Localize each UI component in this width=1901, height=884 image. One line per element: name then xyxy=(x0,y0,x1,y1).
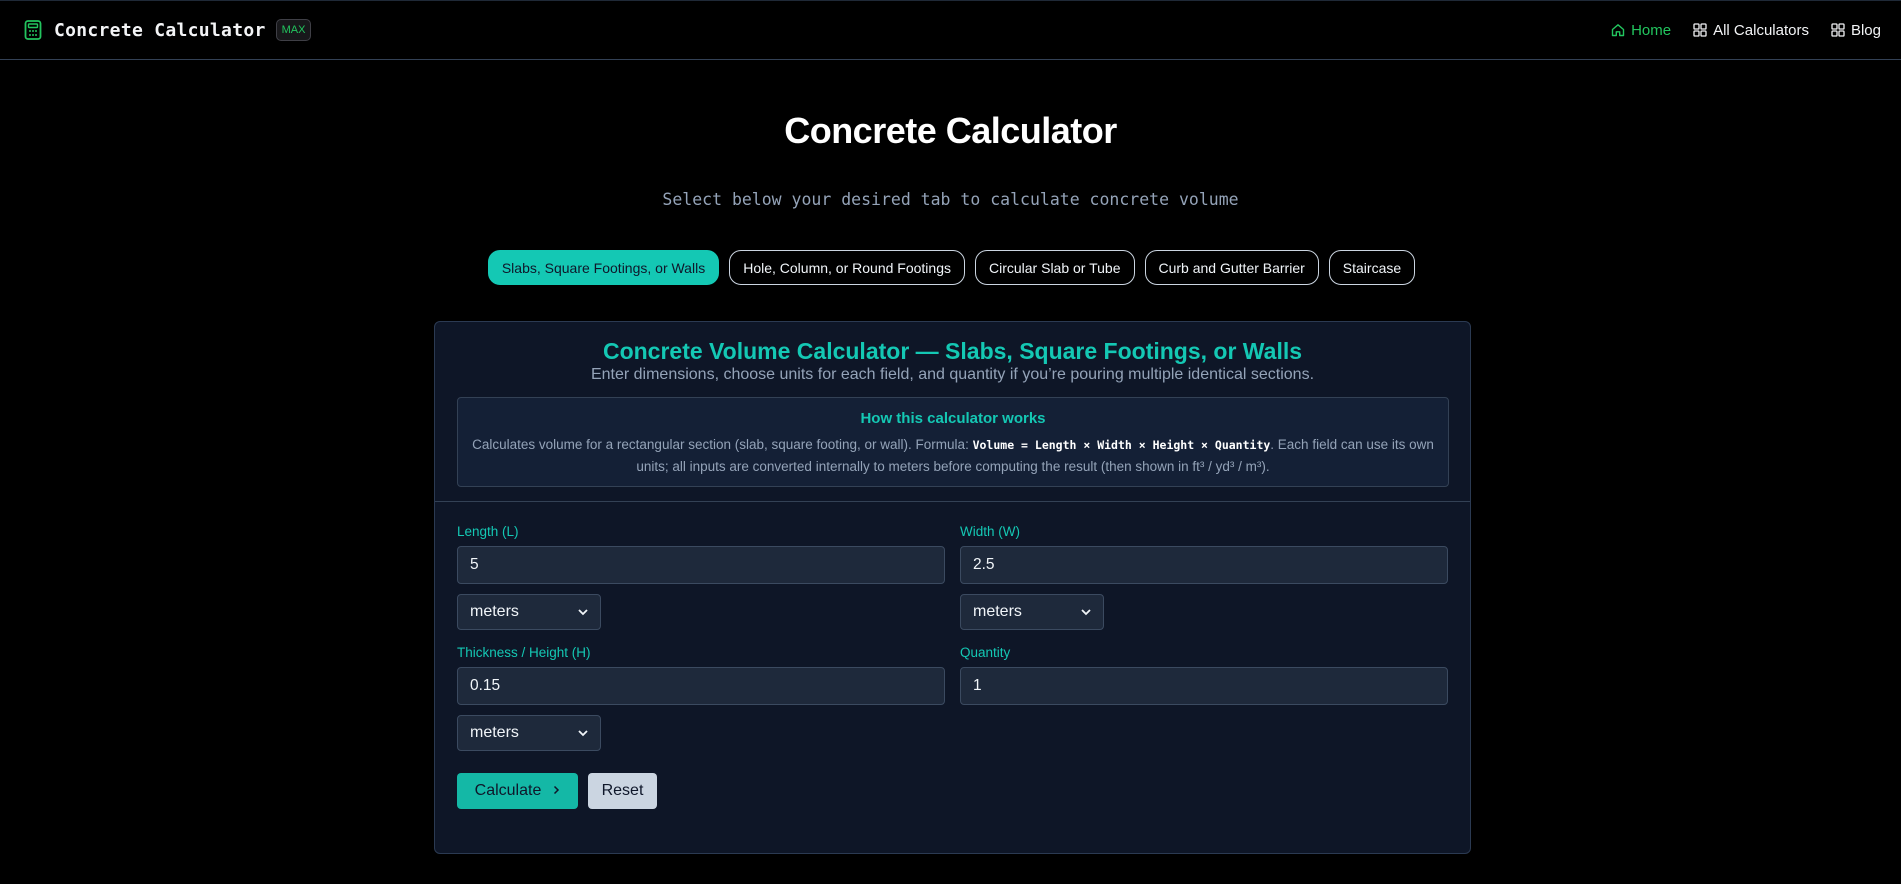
tab-circular-slab[interactable]: Circular Slab or Tube xyxy=(974,250,1135,285)
home-icon xyxy=(1611,23,1625,37)
chevron-down-icon xyxy=(578,603,588,621)
length-input[interactable] xyxy=(457,546,945,584)
height-label: Thickness / Height (H) xyxy=(457,645,591,660)
chevron-down-icon xyxy=(578,724,588,742)
card-description: Enter dimensions, choose units for each … xyxy=(590,366,1315,383)
width-input[interactable] xyxy=(960,546,1448,584)
nav-link-label: Blog xyxy=(1850,21,1881,39)
nav-link-label: All Calculators xyxy=(1713,21,1809,39)
brand[interactable]: Concrete Calculator MAX xyxy=(22,19,312,41)
how-it-works-box: How this calculator works Calculates vol… xyxy=(457,397,1449,487)
divider xyxy=(435,501,1470,502)
height-unit-select[interactable]: meters xyxy=(457,715,601,751)
tab-staircase[interactable]: Staircase xyxy=(1328,250,1416,285)
grid-icon xyxy=(1693,23,1707,37)
height-input[interactable] xyxy=(457,667,945,705)
nav-link-blog[interactable]: Blog xyxy=(1831,22,1881,39)
nav-link-label: Home xyxy=(1631,21,1672,39)
page-subtitle: Select below your desired tab to calcula… xyxy=(662,190,1239,209)
quantity-input[interactable] xyxy=(960,667,1448,705)
how-it-works-title: How this calculator works xyxy=(860,410,1046,427)
calculator-icon xyxy=(22,19,44,41)
top-navbar: Concrete Calculator MAX Home All Calcula… xyxy=(0,0,1901,60)
width-label: Width (W) xyxy=(960,524,1020,539)
quantity-label: Quantity xyxy=(960,645,1011,660)
calculate-button[interactable]: Calculate xyxy=(457,773,578,809)
card-title: Concrete Volume Calculator — Slabs, Squa… xyxy=(602,338,1303,364)
page-title: Concrete Calculator xyxy=(784,110,1117,151)
length-unit-value: meters xyxy=(470,603,519,620)
reset-button[interactable]: Reset xyxy=(588,773,657,809)
nav-links: Home All Calculators Blog xyxy=(1611,22,1881,39)
formula: Volume = Length × Width × Height × Quant… xyxy=(972,438,1271,452)
brand-badge: MAX xyxy=(275,19,312,41)
grid-icon xyxy=(1831,23,1845,37)
nav-link-all-calculators[interactable]: All Calculators xyxy=(1693,22,1809,39)
calculator-tabs: Slabs, Square Footings, or Walls Hole, C… xyxy=(0,250,1901,285)
tab-slabs[interactable]: Slabs, Square Footings, or Walls xyxy=(487,250,720,285)
calculate-label: Calculate xyxy=(474,782,542,799)
how-text-before: Calculates volume for a rectangular sect… xyxy=(472,437,973,452)
chevron-right-icon xyxy=(553,782,560,800)
calculator-card: Concrete Volume Calculator — Slabs, Squa… xyxy=(434,321,1471,854)
nav-link-home[interactable]: Home xyxy=(1611,22,1671,39)
height-unit-value: meters xyxy=(470,724,519,741)
how-it-works-text: Calculates volume for a rectangular sect… xyxy=(468,434,1438,477)
length-label: Length (L) xyxy=(457,524,519,539)
width-unit-select[interactable]: meters xyxy=(960,594,1104,630)
brand-name: Concrete Calculator xyxy=(54,19,266,41)
length-unit-select[interactable]: meters xyxy=(457,594,601,630)
tab-curb-gutter[interactable]: Curb and Gutter Barrier xyxy=(1144,250,1319,285)
width-unit-value: meters xyxy=(973,603,1022,620)
chevron-down-icon xyxy=(1081,603,1091,621)
tab-hole-column[interactable]: Hole, Column, or Round Footings xyxy=(729,250,965,285)
